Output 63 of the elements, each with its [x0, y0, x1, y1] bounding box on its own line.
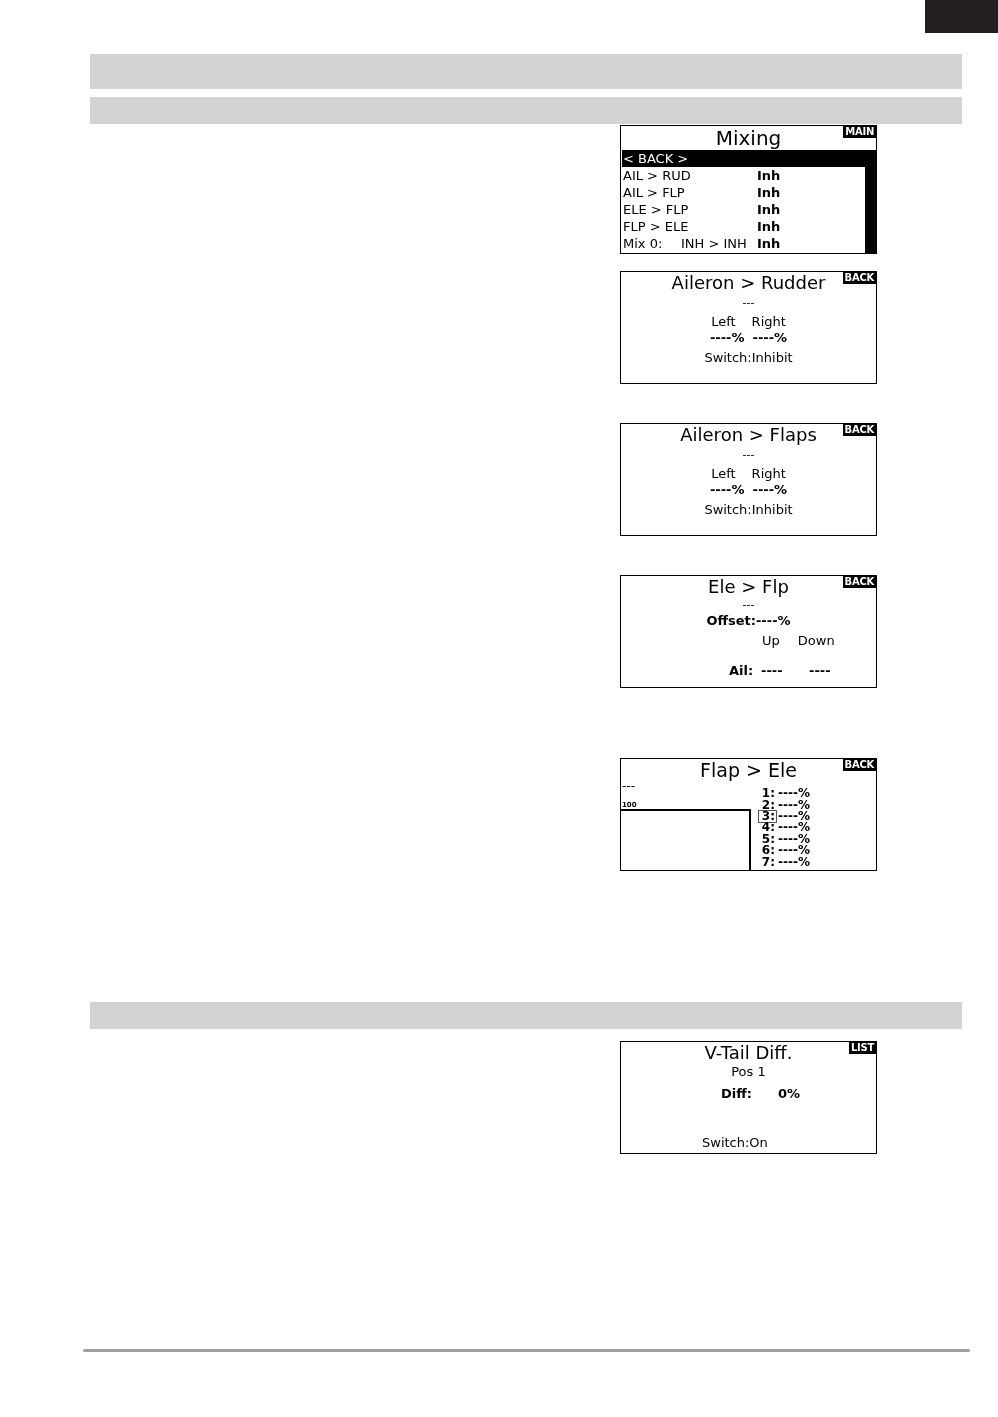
point-label[interactable]: 2: [759, 799, 776, 811]
point-value: ----% [778, 788, 810, 800]
point-value: ----% [778, 810, 810, 822]
offset-value: ---- [809, 662, 832, 680]
rate-value: ----% [709, 330, 745, 346]
row-label: AIL > FLP [623, 183, 686, 202]
row-label: FLP > ELE [623, 217, 690, 236]
column-label: Down [797, 632, 835, 650]
screen-title: Flap > Ele [700, 759, 797, 780]
point-label[interactable]: 1: [759, 788, 776, 800]
mix-name-field[interactable]: --- [742, 296, 755, 310]
row-value: Inh [757, 217, 781, 236]
screen-tag: MAIN [843, 126, 876, 138]
row-label: Ail: [729, 662, 755, 680]
screen-title: V-Tail Diff. [704, 1042, 793, 1064]
column-label: Right [751, 466, 786, 482]
position-label: Pos 1 [731, 1064, 766, 1080]
screen-title: Aileron > Rudder [671, 272, 826, 294]
column-label: Up [762, 632, 780, 650]
row-label: AIL > RUD [623, 166, 692, 185]
rate-value: ----% [752, 330, 788, 346]
row-value: Inh [757, 166, 781, 185]
screen-tag: BACK [842, 424, 876, 436]
point-value: ----% [778, 822, 810, 834]
row-mix: INH > INH [681, 234, 748, 253]
row-value: Inh [757, 183, 781, 202]
column-label: Left [711, 466, 736, 482]
point-label[interactable]: 7: [759, 856, 776, 868]
screen-tag: BACK [842, 759, 876, 771]
point-label[interactable]: 4: [759, 822, 776, 834]
diff-value: 0% [778, 1086, 801, 1102]
point-value: ----% [778, 799, 810, 811]
switch-setting: Switch:Inhibit [704, 502, 793, 518]
mix-name-field[interactable]: --- [742, 448, 755, 462]
offset-setting: Offset:----% [706, 612, 791, 630]
screen-tag: BACK [842, 576, 876, 588]
point-label[interactable]: 5: [759, 833, 776, 845]
point-label[interactable]: 3: [759, 810, 776, 822]
point-value: ----% [778, 856, 810, 868]
menu-row[interactable]: < BACK > [622, 150, 865, 167]
row-value: Inh [757, 200, 781, 219]
row-value: Inh [757, 234, 781, 253]
switch-setting: Switch:Inhibit [704, 350, 793, 366]
column-label: Right [751, 314, 786, 330]
rate-value: ----% [709, 482, 745, 498]
rate-value: ----% [752, 482, 788, 498]
screen-title: Aileron > Flaps [680, 424, 817, 446]
switch-setting: Switch:On [702, 1135, 768, 1151]
screen-title: Ele > Flp [708, 576, 789, 598]
screen-tag: BACK [842, 272, 876, 284]
screen-tag: LIST [848, 1042, 876, 1054]
diff-label: Diff: [721, 1086, 753, 1102]
point-label[interactable]: 6: [759, 845, 776, 857]
offset-value: ---- [761, 662, 784, 680]
point-value: ----% [778, 845, 810, 857]
row-label: Mix 0: [623, 234, 664, 253]
mix-name-field[interactable]: --- [622, 780, 635, 792]
row-label: < BACK > [623, 149, 690, 168]
row-label: ELE > FLP [623, 200, 690, 219]
mix-name-field[interactable]: --- [742, 598, 755, 612]
column-label: Left [711, 314, 736, 330]
point-value: ----% [778, 833, 810, 845]
screen-title: Mixing [715, 127, 782, 149]
